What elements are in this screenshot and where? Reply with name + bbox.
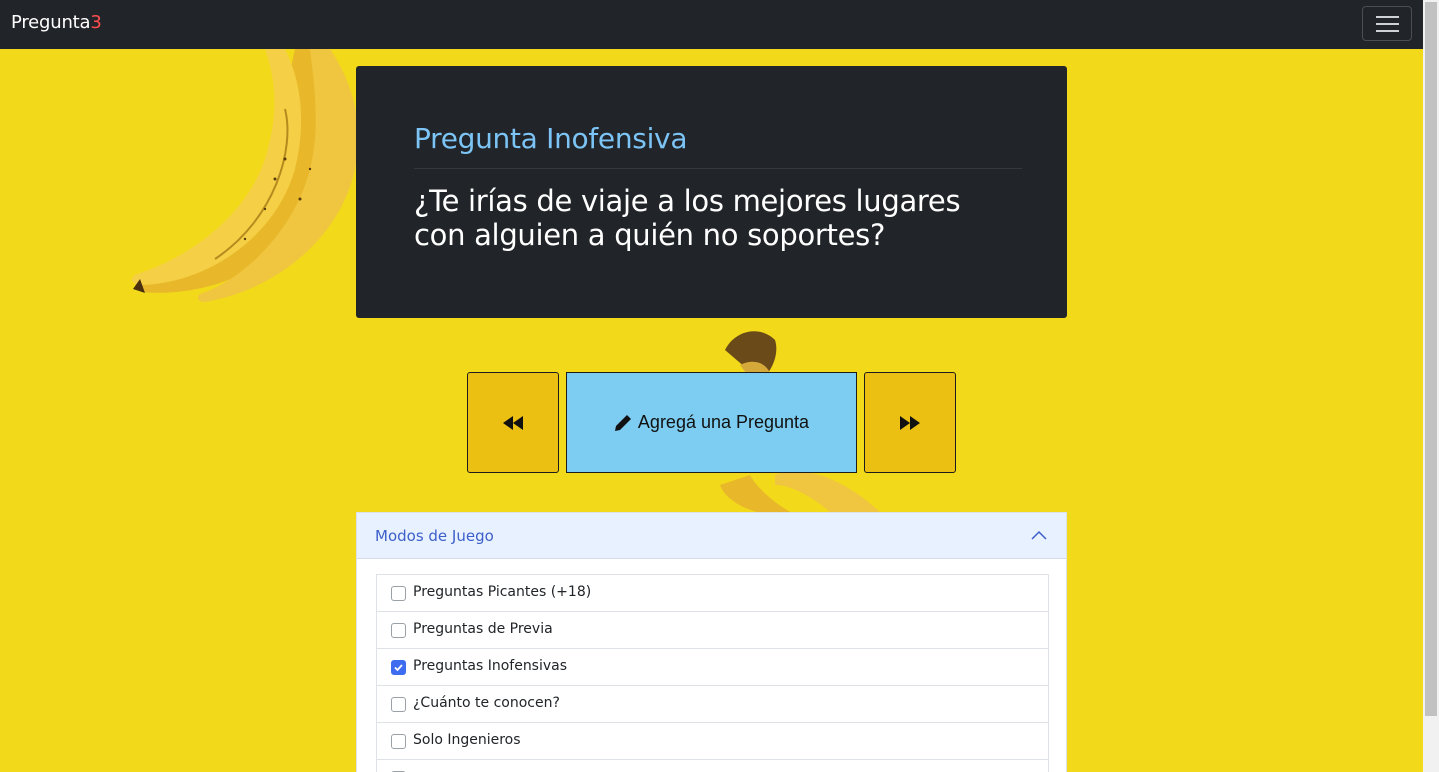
backward-icon (503, 415, 523, 430)
game-mode-item[interactable]: Preguntas Inofensivas (377, 649, 1048, 686)
page-scrollbar[interactable] (1423, 0, 1439, 772)
game-mode-item-partial[interactable] (377, 760, 1048, 772)
game-mode-item[interactable]: Solo Ingenieros (377, 723, 1048, 760)
hamburger-icon-bar (1376, 16, 1399, 18)
card-divider (414, 168, 1022, 169)
checkmark-icon (394, 664, 403, 672)
question-category: Pregunta Inofensiva (414, 122, 688, 155)
checkbox[interactable] (391, 586, 406, 601)
game-mode-label: Preguntas Inofensivas (413, 658, 568, 674)
checkbox[interactable] (391, 623, 406, 638)
game-modes-title: Modos de Juego (375, 527, 494, 545)
game-mode-item[interactable]: Preguntas de Previa (377, 612, 1048, 649)
checkbox[interactable] (391, 734, 406, 749)
game-mode-item[interactable]: ¿Cuánto te conocen? (377, 686, 1048, 723)
game-mode-label: Preguntas de Previa (413, 621, 553, 637)
question-card: Pregunta Inofensiva ¿Te irías de viaje a… (356, 66, 1067, 318)
hamburger-icon-bar (1376, 30, 1399, 32)
game-modes-accordion: Modos de Juego Preguntas Picantes (+18) … (356, 512, 1067, 772)
forward-icon (900, 415, 920, 430)
hamburger-icon-bar (1376, 23, 1399, 25)
chevron-up-icon (1031, 530, 1047, 540)
brand-logo[interactable]: Pregunta3 (11, 12, 102, 33)
question-text: ¿Te irías de viaje a los mejores lugares… (414, 184, 961, 252)
game-mode-label: Preguntas Picantes (+18) (413, 584, 592, 600)
previous-question-button[interactable] (467, 372, 559, 473)
brand-accent: 3 (90, 12, 102, 33)
pencil-icon (614, 414, 631, 431)
game-modes-list: Preguntas Picantes (+18) Preguntas de Pr… (376, 574, 1049, 772)
navbar-toggler-button[interactable] (1362, 6, 1412, 41)
game-mode-label: ¿Cuánto te conocen? (413, 695, 560, 711)
navbar: Pregunta3 (0, 0, 1423, 49)
game-mode-item[interactable]: Preguntas Picantes (+18) (377, 575, 1048, 612)
checkbox[interactable] (391, 697, 406, 712)
checkbox-checked[interactable] (391, 660, 406, 675)
banana-bunch-image (132, 49, 359, 302)
brand-main: Pregunta (11, 12, 91, 33)
game-modes-accordion-header[interactable]: Modos de Juego (357, 513, 1066, 559)
scrollbar-thumb[interactable] (1425, 2, 1437, 716)
next-question-button[interactable] (864, 372, 956, 473)
add-question-button[interactable]: Agregá una Pregunta (566, 372, 857, 473)
add-question-label: Agregá una Pregunta (637, 412, 810, 432)
game-mode-label: Solo Ingenieros (413, 732, 521, 748)
